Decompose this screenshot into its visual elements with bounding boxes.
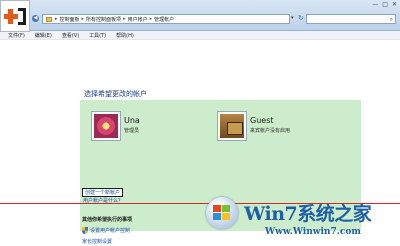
window-controls: — □ ✕	[372, 2, 397, 8]
account-tile-una[interactable]: Una 管理员	[92, 112, 140, 140]
address-bar[interactable]: ▸ 控制面板 ▸ 所有控制面板项 ▸ 用户帐户 ▸ 管理帐户	[42, 14, 290, 24]
minimize-button[interactable]: —	[372, 2, 378, 8]
breadcrumb-separator: ▸	[123, 16, 126, 22]
account-role: 管理员	[124, 128, 140, 134]
app-logo-icon	[0, 0, 30, 32]
watermark-title: Win7系统之家	[244, 203, 372, 225]
shield-icon	[82, 227, 88, 234]
flower-picture-icon	[92, 112, 120, 140]
briefcase-picture-icon	[218, 112, 246, 140]
breadcrumb-separator: ▸	[81, 16, 85, 22]
create-account-link[interactable]: 创建一个新帐户	[82, 188, 124, 197]
account-tile-guest[interactable]: Guest 来宾帐户没有启用	[218, 112, 290, 140]
chevron-down-icon[interactable]: ▾	[291, 15, 294, 21]
breadcrumb-all-items[interactable]: 所有控制面板项	[86, 16, 121, 23]
parental-controls-link[interactable]: 家长控制设置	[82, 238, 112, 245]
breadcrumb-manage-accounts[interactable]: 管理帐户	[154, 16, 174, 23]
menu-file[interactable]: 文件(F)	[8, 32, 25, 39]
page-title: 选择希望更改的帐户	[84, 90, 147, 98]
windows-flag-icon	[213, 205, 231, 221]
breadcrumb-separator: ▸	[149, 16, 153, 22]
watermark-url: Www.Winwin7.com	[265, 227, 361, 237]
uac-link-label: 设置用户帐户控制	[90, 228, 131, 234]
menu-help[interactable]: 帮助(H)	[116, 32, 134, 39]
also-heading: 其他你希望执行的事项	[82, 217, 133, 223]
search-icon[interactable]: ⌕	[390, 16, 393, 24]
maximize-button[interactable]: □	[382, 2, 388, 8]
menu-tools[interactable]: 工具(T)	[89, 32, 106, 39]
what-is-account-link[interactable]: 用户帐户是什么？	[83, 197, 123, 204]
back-arrow-icon[interactable]: ◀	[32, 15, 39, 22]
menu-edit[interactable]: 编辑(E)	[35, 32, 52, 39]
breadcrumb-control-panel[interactable]: 控制面板	[60, 16, 80, 23]
menu-bar: 文件(F) 编辑(E) 查看(V) 工具(T) 帮助(H)	[0, 31, 400, 40]
uac-settings-link[interactable]: 设置用户帐户控制	[82, 227, 130, 234]
search-input[interactable]: ⌕	[306, 14, 396, 24]
account-name: Una	[124, 116, 140, 125]
breadcrumb-user-accounts[interactable]: 用户帐户	[128, 16, 148, 23]
control-panel-icon	[46, 16, 52, 22]
refresh-icon[interactable]: ↻	[298, 14, 304, 22]
menu-view[interactable]: 查看(V)	[62, 32, 79, 39]
breadcrumb-separator: ▸	[55, 16, 58, 22]
account-name: Guest	[250, 116, 274, 125]
close-button[interactable]: ✕	[392, 2, 397, 8]
title-bar: — □ ✕ ◀ ▸ 控制面板 ▸ 所有控制面板项 ▸ 用户帐户 ▸ 管理帐户 ▾…	[0, 0, 400, 31]
account-role: 来宾帐户没有启用	[250, 128, 291, 134]
